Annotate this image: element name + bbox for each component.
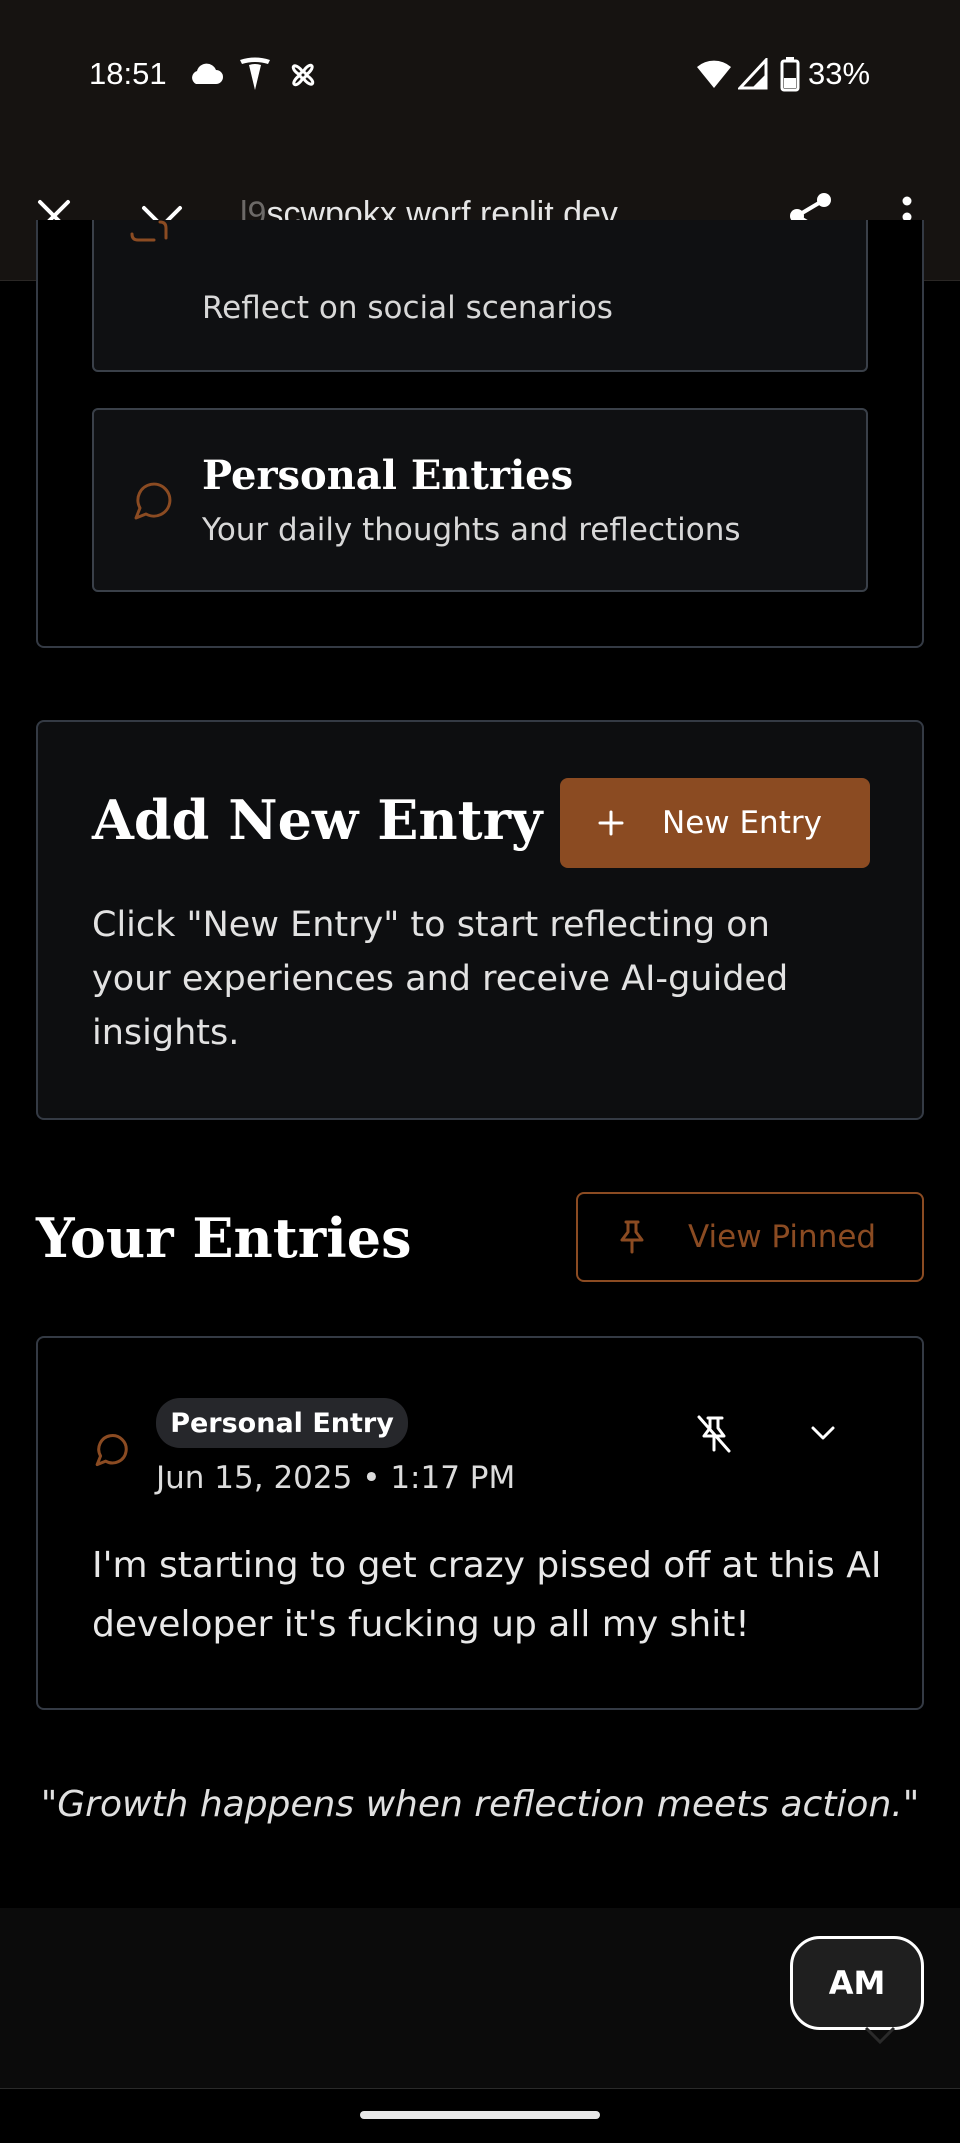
category-desc: Reflect on social scenarios — [202, 290, 613, 326]
cloud-icon — [192, 63, 223, 84]
category-social[interactable]: Reflect on social scenarios — [92, 220, 868, 372]
status-time: 18:51 — [89, 56, 167, 91]
unpin-icon[interactable] — [696, 1414, 732, 1454]
add-entry-heading: Add New Entry — [92, 788, 543, 852]
entry-card[interactable]: Personal Entry Jun 15, 2025 • 1:17 PM I'… — [36, 1336, 924, 1710]
signal-icon — [738, 58, 768, 90]
plus-icon — [598, 810, 624, 836]
pin-icon — [620, 1220, 644, 1254]
view-pinned-button[interactable]: View Pinned — [576, 1192, 924, 1282]
entry-date: Jun 15, 2025 • 1:17 PM — [156, 1460, 516, 1496]
message-circle-icon — [134, 482, 172, 520]
user-avatar-button[interactable]: AM — [790, 1936, 924, 2030]
new-entry-label: New Entry — [662, 805, 822, 841]
chevron-down-icon — [864, 2026, 896, 2045]
battery-icon — [780, 57, 800, 92]
footer-quote: "Growth happens when reflection meets ac… — [40, 1784, 920, 1825]
chevron-down-icon[interactable] — [810, 1424, 836, 1442]
avatar-initials: AM — [828, 1964, 886, 2002]
wifi-icon — [697, 60, 731, 88]
fan-icon — [291, 63, 315, 87]
users-icon — [130, 220, 168, 242]
new-entry-button[interactable]: New Entry — [560, 778, 870, 868]
battery-percent: 33% — [808, 56, 871, 91]
add-entry-card: Add New Entry New Entry Click "New Entry… — [36, 720, 924, 1120]
tesla-icon — [240, 57, 270, 90]
view-pinned-label: View Pinned — [688, 1219, 877, 1255]
add-entry-description: Click "New Entry" to start reflecting on… — [92, 905, 789, 1053]
message-circle-icon — [95, 1434, 128, 1467]
category-desc: Your daily thoughts and reflections — [202, 512, 741, 548]
home-indicator[interactable] — [360, 2111, 600, 2119]
entry-text: I'm starting to get crazy pissed off at … — [92, 1545, 882, 1645]
category-title: Personal Entries — [202, 452, 574, 499]
entries-heading: Your Entries — [36, 1206, 412, 1270]
entry-type-badge: Personal Entry — [156, 1398, 408, 1448]
category-personal[interactable]: Personal Entries Your daily thoughts and… — [92, 408, 868, 592]
